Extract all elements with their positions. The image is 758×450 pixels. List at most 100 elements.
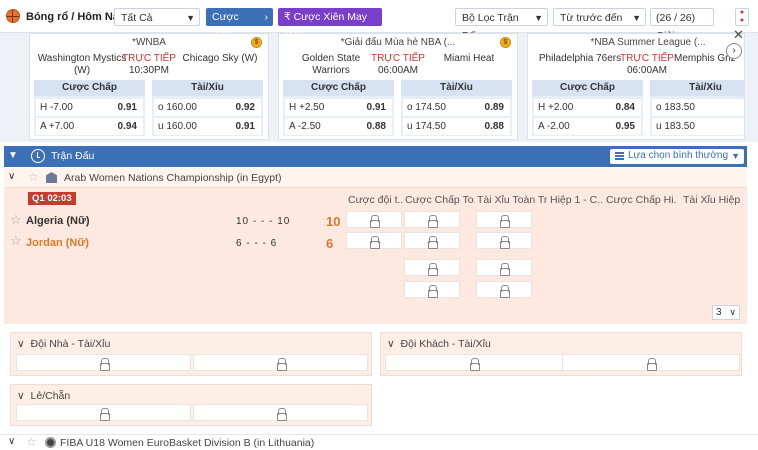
odd-value: 0.91 xyxy=(235,121,255,132)
odd-value: 0.88 xyxy=(484,121,504,132)
card-live-status: TRỰC TIẾP xyxy=(122,53,176,64)
handicap-box: Cược Chấp H +2.00 0.84 A -2.00 0.95 xyxy=(532,80,643,136)
star-icon[interactable]: ☆ xyxy=(10,233,22,249)
overunder-header: Tài/Xỉu xyxy=(650,80,744,96)
odd-value: 0.84 xyxy=(615,102,635,113)
star-icon[interactable]: ☆ xyxy=(28,170,39,184)
locked-odd xyxy=(476,211,532,228)
star-icon[interactable]: ☆ xyxy=(10,212,22,228)
match-filter-select[interactable]: Bộ Lọc Trận Đấu ▼ xyxy=(455,8,548,42)
star-icon[interactable]: ☆ xyxy=(26,435,37,449)
odd-a[interactable]: A -2.50 0.88 xyxy=(285,118,392,135)
more-count: 3 xyxy=(716,307,722,318)
league-flag-icon xyxy=(45,437,56,448)
away-team-name: Jordan (Nữ) xyxy=(26,237,89,249)
odd-h[interactable]: H -7.00 0.91 xyxy=(36,99,143,116)
odd-line: H +2.00 xyxy=(538,102,574,113)
card-time: 06:00AM xyxy=(626,65,668,76)
odd-h[interactable]: H +2.00 0.84 xyxy=(534,99,641,116)
odd-line: A -2.00 xyxy=(538,121,570,132)
odd-line: u 174.50 xyxy=(407,121,446,132)
league-count[interactable]: (26 / 26) Giải xyxy=(650,8,714,42)
parlay-button[interactable]: Cược Xiên › xyxy=(206,8,273,41)
featured-matches: *WNBA $ Washington Mystics (W) TRỰC TIẾP… xyxy=(0,33,758,142)
odd-a[interactable]: A -2.00 0.95 xyxy=(534,118,641,135)
chevron-down-icon: ▼ xyxy=(731,151,740,161)
chevron-down-icon[interactable]: ∨ xyxy=(8,436,15,447)
odd-line: H +2.50 xyxy=(289,102,325,113)
odd-value: 0.88 xyxy=(366,121,386,132)
handicap-box: Cược Chấp H -7.00 0.91 A +7.00 0.94 xyxy=(34,80,145,136)
league-row[interactable]: ∨ ☆ Arab Women Nations Championship (in … xyxy=(4,168,747,188)
sport-filter-select[interactable]: Tất Cả ▼ xyxy=(114,8,200,26)
odd-u[interactable]: u 183.50 xyxy=(652,118,744,135)
odd-value: 0.91 xyxy=(366,102,386,113)
more-markets-select[interactable]: 3 ∨ xyxy=(712,305,740,320)
odd-u[interactable]: u 160.00 0.91 xyxy=(154,118,261,135)
locked-odd xyxy=(404,281,460,298)
locked-odd xyxy=(404,259,460,276)
featured-card[interactable]: *Giải đấu Mùa hè NBA (... $ Golden State… xyxy=(278,33,518,140)
odd-value: 0.95 xyxy=(615,121,635,132)
col-header: Hiệp 1 - C... xyxy=(550,194,602,206)
next-arrow-icon[interactable]: › xyxy=(726,43,742,59)
away-scores: 6 - - - 6 xyxy=(236,238,278,249)
coin-icon: $ xyxy=(500,37,511,48)
odd-h[interactable]: H +2.50 0.91 xyxy=(285,99,392,116)
odd-line: o 183.50 xyxy=(656,102,695,113)
sort-select[interactable]: Từ trước đến nay ▼ xyxy=(553,8,646,42)
panel-title-text: Đội Nhà - Tài/Xỉu xyxy=(30,338,111,350)
odd-line: H -7.00 xyxy=(40,102,73,113)
odd-o[interactable]: o 160.00 0.92 xyxy=(154,99,261,116)
col-header: Cược đội t... xyxy=(348,194,403,206)
panel-title-text: Đội Khách - Tài/Xỉu xyxy=(400,338,491,350)
locked-odd xyxy=(346,211,402,228)
settings-dots-icon[interactable]: ● ● xyxy=(735,8,749,26)
section-title: Trận Đấu xyxy=(51,150,95,162)
top-bar: Bóng rổ / Hôm Nay Tất Cả ▼ Cược Xiên › ₹… xyxy=(0,0,758,42)
odd-a[interactable]: A +7.00 0.94 xyxy=(36,118,143,135)
home-scores: 10 - - - 10 xyxy=(236,216,291,227)
locked-odd xyxy=(476,232,532,249)
card-time: 06:00AM xyxy=(377,65,419,76)
odd-o[interactable]: o 174.50 0.89 xyxy=(403,99,510,116)
locked-odd xyxy=(16,354,191,371)
locked-odd xyxy=(476,259,532,276)
chevron-down-icon[interactable]: ▼ xyxy=(8,150,18,161)
panel-title: ∨ Lẻ/Chẵn xyxy=(17,390,71,402)
handicap-box: Cược Chấp H +2.50 0.91 A -2.50 0.88 xyxy=(283,80,394,136)
chevron-right-icon: › xyxy=(264,11,269,23)
locked-odd xyxy=(385,354,563,371)
col-header: Cược Chấp To... xyxy=(405,194,475,206)
featured-card[interactable]: *WNBA $ Washington Mystics (W) TRỰC TIẾP… xyxy=(29,33,269,140)
chevron-down-icon: ▼ xyxy=(632,13,641,23)
league-row[interactable]: ∨ ☆ FIBA U18 Women EuroBasket Division B… xyxy=(0,434,758,450)
card-league: *WNBA xyxy=(132,37,166,48)
card-league: *NBA Summer League (... xyxy=(590,37,706,48)
chevron-down-icon[interactable]: ∨ xyxy=(8,171,15,182)
locked-odd xyxy=(404,232,460,249)
match-block: Q1 02:03 xyxy=(4,188,747,324)
overunder-box: Tài/Xỉu o 183.50 u 183.50 xyxy=(650,80,744,136)
away-total: 6 xyxy=(326,236,334,251)
odd-line: o 174.50 xyxy=(407,102,446,113)
lucky-parlay-button[interactable]: ₹ Cược Xiên May Mắn xyxy=(278,8,382,41)
col-header: Cược Chấp Hi... xyxy=(606,194,676,206)
handicap-header: Cược Chấp xyxy=(283,80,394,96)
card-league: *Giải đấu Mùa hè NBA (... xyxy=(340,37,456,48)
close-icon[interactable]: ✕ xyxy=(733,27,744,43)
chevron-down-icon: ▼ xyxy=(534,13,543,23)
matches-section-header[interactable]: ▼ Trận Đấu Lựa chọn bình thường ▼ xyxy=(4,146,747,167)
odd-line: A +7.00 xyxy=(40,121,75,132)
league-flag-icon xyxy=(46,172,57,183)
locked-odd xyxy=(562,354,740,371)
home-team-name: Algeria (Nữ) xyxy=(26,215,90,227)
odd-u[interactable]: u 174.50 0.88 xyxy=(403,118,510,135)
home-total: 10 xyxy=(326,214,341,229)
coin-icon: $ xyxy=(251,37,262,48)
odd-o[interactable]: o 183.50 xyxy=(652,99,744,116)
featured-card[interactable]: *NBA Summer League (... Philadelphia 76e… xyxy=(527,33,745,140)
odd-value: 0.92 xyxy=(235,102,255,113)
mode-select[interactable]: Lựa chọn bình thường ▼ xyxy=(609,149,744,164)
odd-value: 0.89 xyxy=(484,102,504,113)
